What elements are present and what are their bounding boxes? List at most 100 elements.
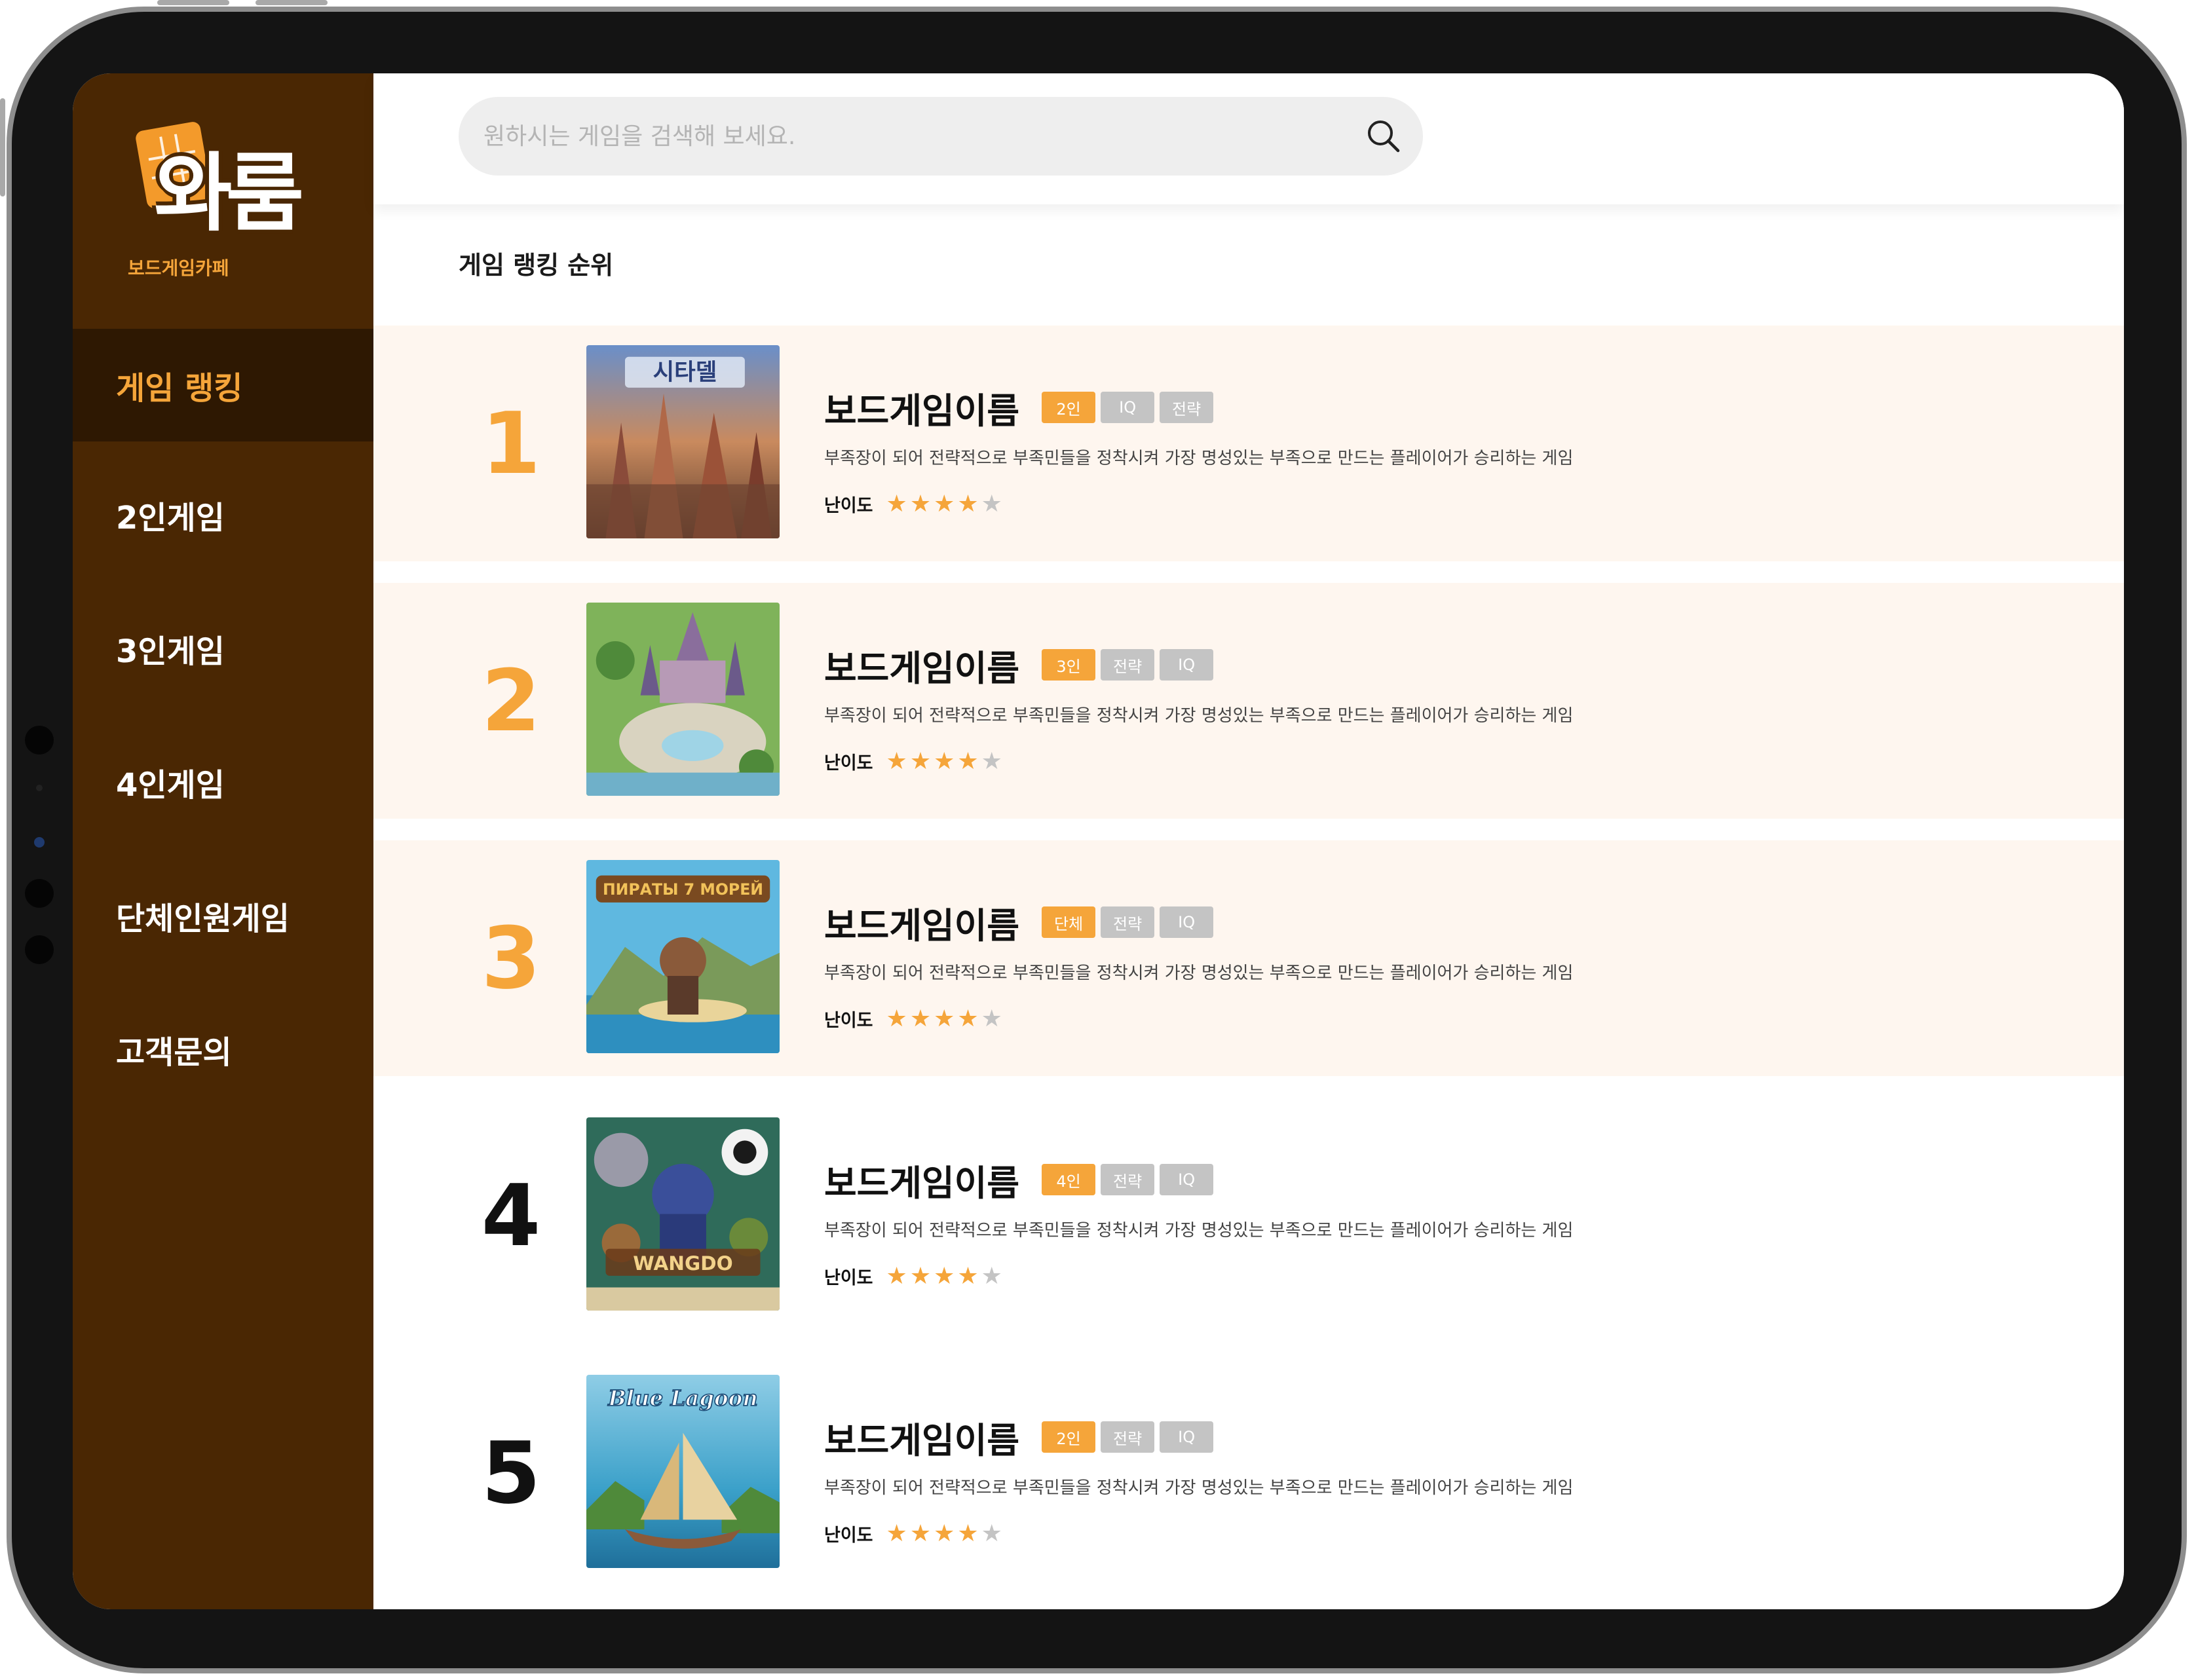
star-icon: ★ bbox=[934, 1520, 955, 1547]
game-name[interactable]: 보드게임이름 bbox=[824, 639, 1019, 691]
cover-title: Blue Lagoon bbox=[607, 1386, 758, 1411]
logo[interactable]: 와룸 보드게임카페 bbox=[128, 113, 324, 283]
game-row[interactable]: 2 보드게임이름 3인 전략 IQ 부족장이 되어 전략적으로 부족민들을 정착… bbox=[373, 583, 2124, 819]
game-info: 보드게임이름 단체 전략 IQ 부족장이 되어 전략적으로 부족민들을 정착시켜… bbox=[824, 899, 1573, 1032]
cover-art: ПИРАТЫ 7 МОРЕЙ bbox=[586, 860, 780, 1053]
tag-category[interactable]: 전략 bbox=[1101, 649, 1155, 681]
game-info: 보드게임이름 2인 IQ 전략 부족장이 되어 전략적으로 부족민들을 정착시켜… bbox=[824, 384, 1573, 517]
sensor-dot bbox=[36, 785, 43, 791]
sidebar: 와룸 보드게임카페 게임 랭킹 2인게임 3인게임 4인게임 단체인원게임 고객… bbox=[73, 73, 373, 1609]
camera-dot bbox=[25, 726, 54, 755]
header bbox=[373, 73, 2124, 204]
star-icon: ★ bbox=[957, 747, 979, 775]
game-description: 부족장이 되어 전략적으로 부족민들을 정착시켜 가장 명성있는 부족으로 만드… bbox=[824, 963, 1574, 983]
sidebar-item-2p-games[interactable]: 2인게임 bbox=[73, 448, 373, 582]
star-icon: ★ bbox=[934, 1262, 955, 1290]
tag-category[interactable]: IQ bbox=[1101, 392, 1155, 423]
tag-players[interactable]: 2인 bbox=[1042, 392, 1096, 423]
star-icon: ★ bbox=[934, 747, 955, 775]
star-icon: ★ bbox=[981, 1005, 1002, 1032]
tag-category[interactable]: 전략 bbox=[1101, 906, 1155, 938]
game-name[interactable]: 보드게임이름 bbox=[824, 1411, 1019, 1463]
tag-category[interactable]: IQ bbox=[1160, 1164, 1214, 1195]
star-icon: ★ bbox=[909, 1520, 932, 1547]
tag-players[interactable]: 3인 bbox=[1042, 649, 1096, 681]
sidebar-nav: 게임 랭킹 2인게임 3인게임 4인게임 단체인원게임 고객문의 bbox=[73, 329, 373, 1116]
tag-category[interactable]: 전략 bbox=[1101, 1164, 1155, 1195]
camera-dot bbox=[25, 879, 54, 908]
game-row[interactable]: 1 시타델 보드게임이름 2인 IQ 전략 부족장이 되어 전략적으로 부족민들… bbox=[373, 326, 2124, 561]
sensor-dot bbox=[34, 837, 45, 848]
difficulty-label: 난이도 bbox=[824, 753, 873, 774]
cover-art: WANGDO bbox=[586, 1117, 780, 1311]
game-cover-image[interactable]: 시타델 bbox=[586, 345, 780, 538]
search-button[interactable] bbox=[1344, 97, 1423, 176]
tag-category[interactable]: IQ bbox=[1160, 649, 1214, 681]
star-icon: ★ bbox=[886, 490, 907, 517]
game-info: 보드게임이름 4인 전략 IQ 부족장이 되어 전략적으로 부족민들을 정착시켜… bbox=[824, 1157, 1573, 1289]
game-info: 보드게임이름 3인 전략 IQ 부족장이 되어 전략적으로 부족민들을 정착시켜… bbox=[824, 642, 1573, 774]
star-icon: ★ bbox=[981, 747, 1002, 775]
difficulty-label: 난이도 bbox=[824, 1268, 873, 1288]
tag-category[interactable]: IQ bbox=[1160, 906, 1214, 938]
cover-art bbox=[586, 603, 780, 796]
rank-number: 4 bbox=[481, 1166, 541, 1265]
difficulty-label: 난이도 bbox=[824, 1525, 873, 1546]
star-icon: ★ bbox=[957, 1005, 979, 1032]
screen: 와룸 보드게임카페 게임 랭킹 2인게임 3인게임 4인게임 단체인원게임 고객… bbox=[73, 73, 2124, 1609]
difficulty-label: 난이도 bbox=[824, 496, 873, 516]
star-icon: ★ bbox=[886, 1005, 907, 1032]
logo-subtitle: 보드게임카페 bbox=[128, 257, 229, 279]
rank-number: 1 bbox=[481, 394, 541, 493]
difficulty-rating: 난이도 ★ ★ ★ ★ ★ bbox=[824, 1006, 1573, 1032]
top-button bbox=[157, 0, 229, 5]
star-icon: ★ bbox=[981, 1520, 1002, 1547]
tag-category[interactable]: IQ bbox=[1160, 1421, 1214, 1453]
star-icon: ★ bbox=[909, 747, 932, 775]
game-name[interactable]: 보드게임이름 bbox=[824, 897, 1019, 948]
rank-number: 3 bbox=[481, 908, 541, 1008]
game-ranking-list: 1 시타델 보드게임이름 2인 IQ 전략 부족장이 되어 전략적으로 부족민들… bbox=[373, 326, 2124, 1609]
difficulty-rating: 난이도 ★ ★ ★ ★ ★ bbox=[824, 1263, 1573, 1289]
tag-players[interactable]: 2인 bbox=[1042, 1421, 1096, 1453]
game-name[interactable]: 보드게임이름 bbox=[824, 1154, 1019, 1206]
tag-category[interactable]: 전략 bbox=[1101, 1421, 1155, 1453]
star-icon: ★ bbox=[886, 1262, 907, 1290]
search-bar bbox=[459, 97, 1423, 176]
game-cover-image[interactable]: WANGDO bbox=[586, 1117, 780, 1311]
star-icon: ★ bbox=[957, 490, 979, 517]
cover-title: WANGDO bbox=[633, 1252, 733, 1275]
camera-dot bbox=[25, 935, 54, 964]
game-row[interactable]: 5 Blue Lagoon 보드게임이름 2인 전략 IQ 부족장이 되어 전략… bbox=[373, 1355, 2124, 1591]
tag-players[interactable]: 4인 bbox=[1042, 1164, 1096, 1195]
star-icon: ★ bbox=[934, 1005, 955, 1032]
game-row[interactable]: 4 WANGDO 보드게임이름 4인 전략 IQ 부족장이 되어 전략적으로 부… bbox=[373, 1098, 2124, 1334]
tag-players[interactable]: 단체 bbox=[1042, 906, 1096, 938]
star-icon: ★ bbox=[957, 1520, 979, 1547]
game-description: 부족장이 되어 전략적으로 부족민들을 정착시켜 가장 명성있는 부족으로 만드… bbox=[824, 706, 1574, 726]
section-title: 게임 랭킹 순위 bbox=[459, 251, 614, 280]
sidebar-item-game-ranking[interactable]: 게임 랭킹 bbox=[73, 329, 373, 441]
game-cover-image[interactable] bbox=[586, 603, 780, 796]
top-button bbox=[256, 0, 328, 5]
game-row[interactable]: 3 ПИРАТЫ 7 МОРЕЙ 보드게임이름 단체 전략 IQ 부족장이 되어… bbox=[373, 840, 2124, 1076]
cover-title: ПИРАТЫ 7 МОРЕЙ bbox=[603, 880, 763, 899]
rank-number: 5 bbox=[481, 1423, 541, 1523]
search-input[interactable] bbox=[483, 122, 1344, 150]
game-name[interactable]: 보드게임이름 bbox=[824, 382, 1019, 434]
rank-number: 2 bbox=[481, 651, 541, 751]
sidebar-item-customer-inquiry[interactable]: 고객문의 bbox=[73, 982, 373, 1116]
cover-title: 시타델 bbox=[653, 359, 717, 386]
sidebar-item-3p-games[interactable]: 3인게임 bbox=[73, 582, 373, 715]
game-description: 부족장이 되어 전략적으로 부족민들을 정착시켜 가장 명성있는 부족으로 만드… bbox=[824, 449, 1574, 468]
main-content: 게임 랭킹 순위 1 시타델 bbox=[373, 73, 2124, 1609]
sidebar-item-4p-games[interactable]: 4인게임 bbox=[73, 715, 373, 849]
game-cover-image[interactable]: Blue Lagoon bbox=[586, 1375, 780, 1568]
difficulty-rating: 난이도 ★ ★ ★ ★ ★ bbox=[824, 491, 1573, 517]
sidebar-item-group-games[interactable]: 단체인원게임 bbox=[73, 849, 373, 982]
star-icon: ★ bbox=[909, 1005, 932, 1032]
star-icon: ★ bbox=[934, 490, 955, 517]
difficulty-rating: 난이도 ★ ★ ★ ★ ★ bbox=[824, 749, 1573, 774]
game-cover-image[interactable]: ПИРАТЫ 7 МОРЕЙ bbox=[586, 860, 780, 1053]
tag-category[interactable]: 전략 bbox=[1160, 392, 1214, 423]
